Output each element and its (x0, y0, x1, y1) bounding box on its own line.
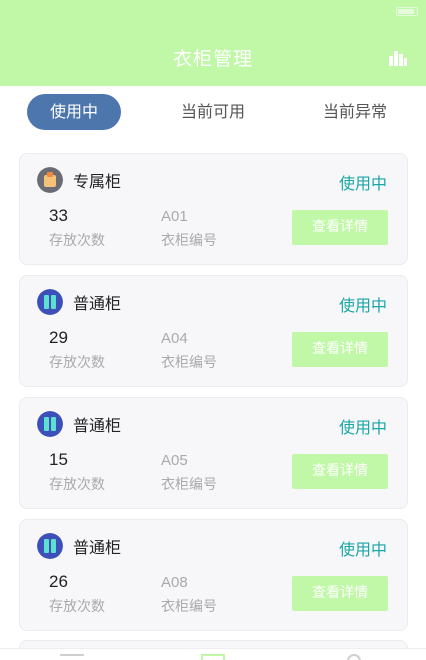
locker-code-label: 衣柜编号 (161, 477, 217, 493)
view-details-button[interactable]: 查看详情 (292, 332, 388, 367)
locker-icon (37, 289, 63, 315)
locker-code-label: 衣柜编号 (161, 355, 217, 371)
status-bar (0, 0, 426, 22)
tab-available[interactable]: 当前可用 (158, 94, 268, 130)
locker-status: 使用中 (338, 418, 387, 437)
locker-code-value: A04 (161, 330, 188, 347)
usage-count-value: 26 (49, 572, 68, 591)
bottom-nav (0, 648, 426, 660)
usage-count-value: 33 (49, 206, 68, 225)
locker-type-label: 普通柜 (73, 294, 122, 313)
locker-icon (37, 533, 63, 559)
locker-code-label: 衣柜编号 (161, 599, 217, 615)
page-title: 衣柜管理 (172, 48, 253, 70)
view-details-button[interactable]: 查看详情 (292, 210, 388, 245)
usage-count-label: 存放次数 (49, 477, 105, 493)
bar-chart-icon[interactable] (388, 48, 408, 66)
usage-count-value: 15 (49, 450, 68, 469)
exclusive-locker-icon (37, 167, 63, 193)
locker-card[interactable]: 普通柜 使用中 29 存放次数 A04 衣柜编号 查看详情 (19, 275, 408, 387)
locker-status: 使用中 (338, 296, 387, 315)
tab-bar: 使用中 当前可用 当前异常 (0, 92, 426, 132)
locker-type-label: 普通柜 (73, 538, 122, 557)
usage-count-label: 存放次数 (49, 599, 105, 615)
locker-code-value: A05 (161, 452, 188, 469)
view-details-button[interactable]: 查看详情 (292, 576, 388, 611)
view-details-button[interactable]: 查看详情 (292, 454, 388, 489)
app-header: 衣柜管理 (0, 0, 426, 86)
battery-icon (396, 6, 418, 16)
usage-count-value: 29 (49, 328, 68, 347)
tab-in-use[interactable]: 使用中 (27, 94, 121, 130)
locker-code-label: 衣柜编号 (161, 233, 217, 249)
locker-card[interactable]: 普通柜 使用中 26 存放次数 A08 衣柜编号 查看详情 (19, 519, 408, 631)
locker-code-value: A08 (161, 574, 188, 591)
locker-status: 使用中 (338, 174, 387, 193)
usage-count-label: 存放次数 (49, 233, 105, 249)
locker-type-label: 专属柜 (73, 172, 122, 191)
usage-count-label: 存放次数 (49, 355, 105, 371)
locker-icon (37, 411, 63, 437)
locker-card[interactable]: 专属柜 使用中 33 存放次数 A01 衣柜编号 查看详情 (19, 153, 408, 265)
locker-type-label: 普通柜 (73, 416, 122, 435)
status-bar-right (390, 6, 418, 16)
nav-locker-icon[interactable] (201, 654, 225, 660)
locker-card[interactable]: 普通柜 使用中 15 存放次数 A05 衣柜编号 查看详情 (19, 397, 408, 509)
tab-abnormal[interactable]: 当前异常 (300, 94, 410, 130)
nav-user-icon[interactable] (347, 654, 361, 660)
nav-list-icon[interactable] (60, 654, 84, 660)
locker-status: 使用中 (338, 540, 387, 559)
locker-code-value: A01 (161, 208, 188, 225)
